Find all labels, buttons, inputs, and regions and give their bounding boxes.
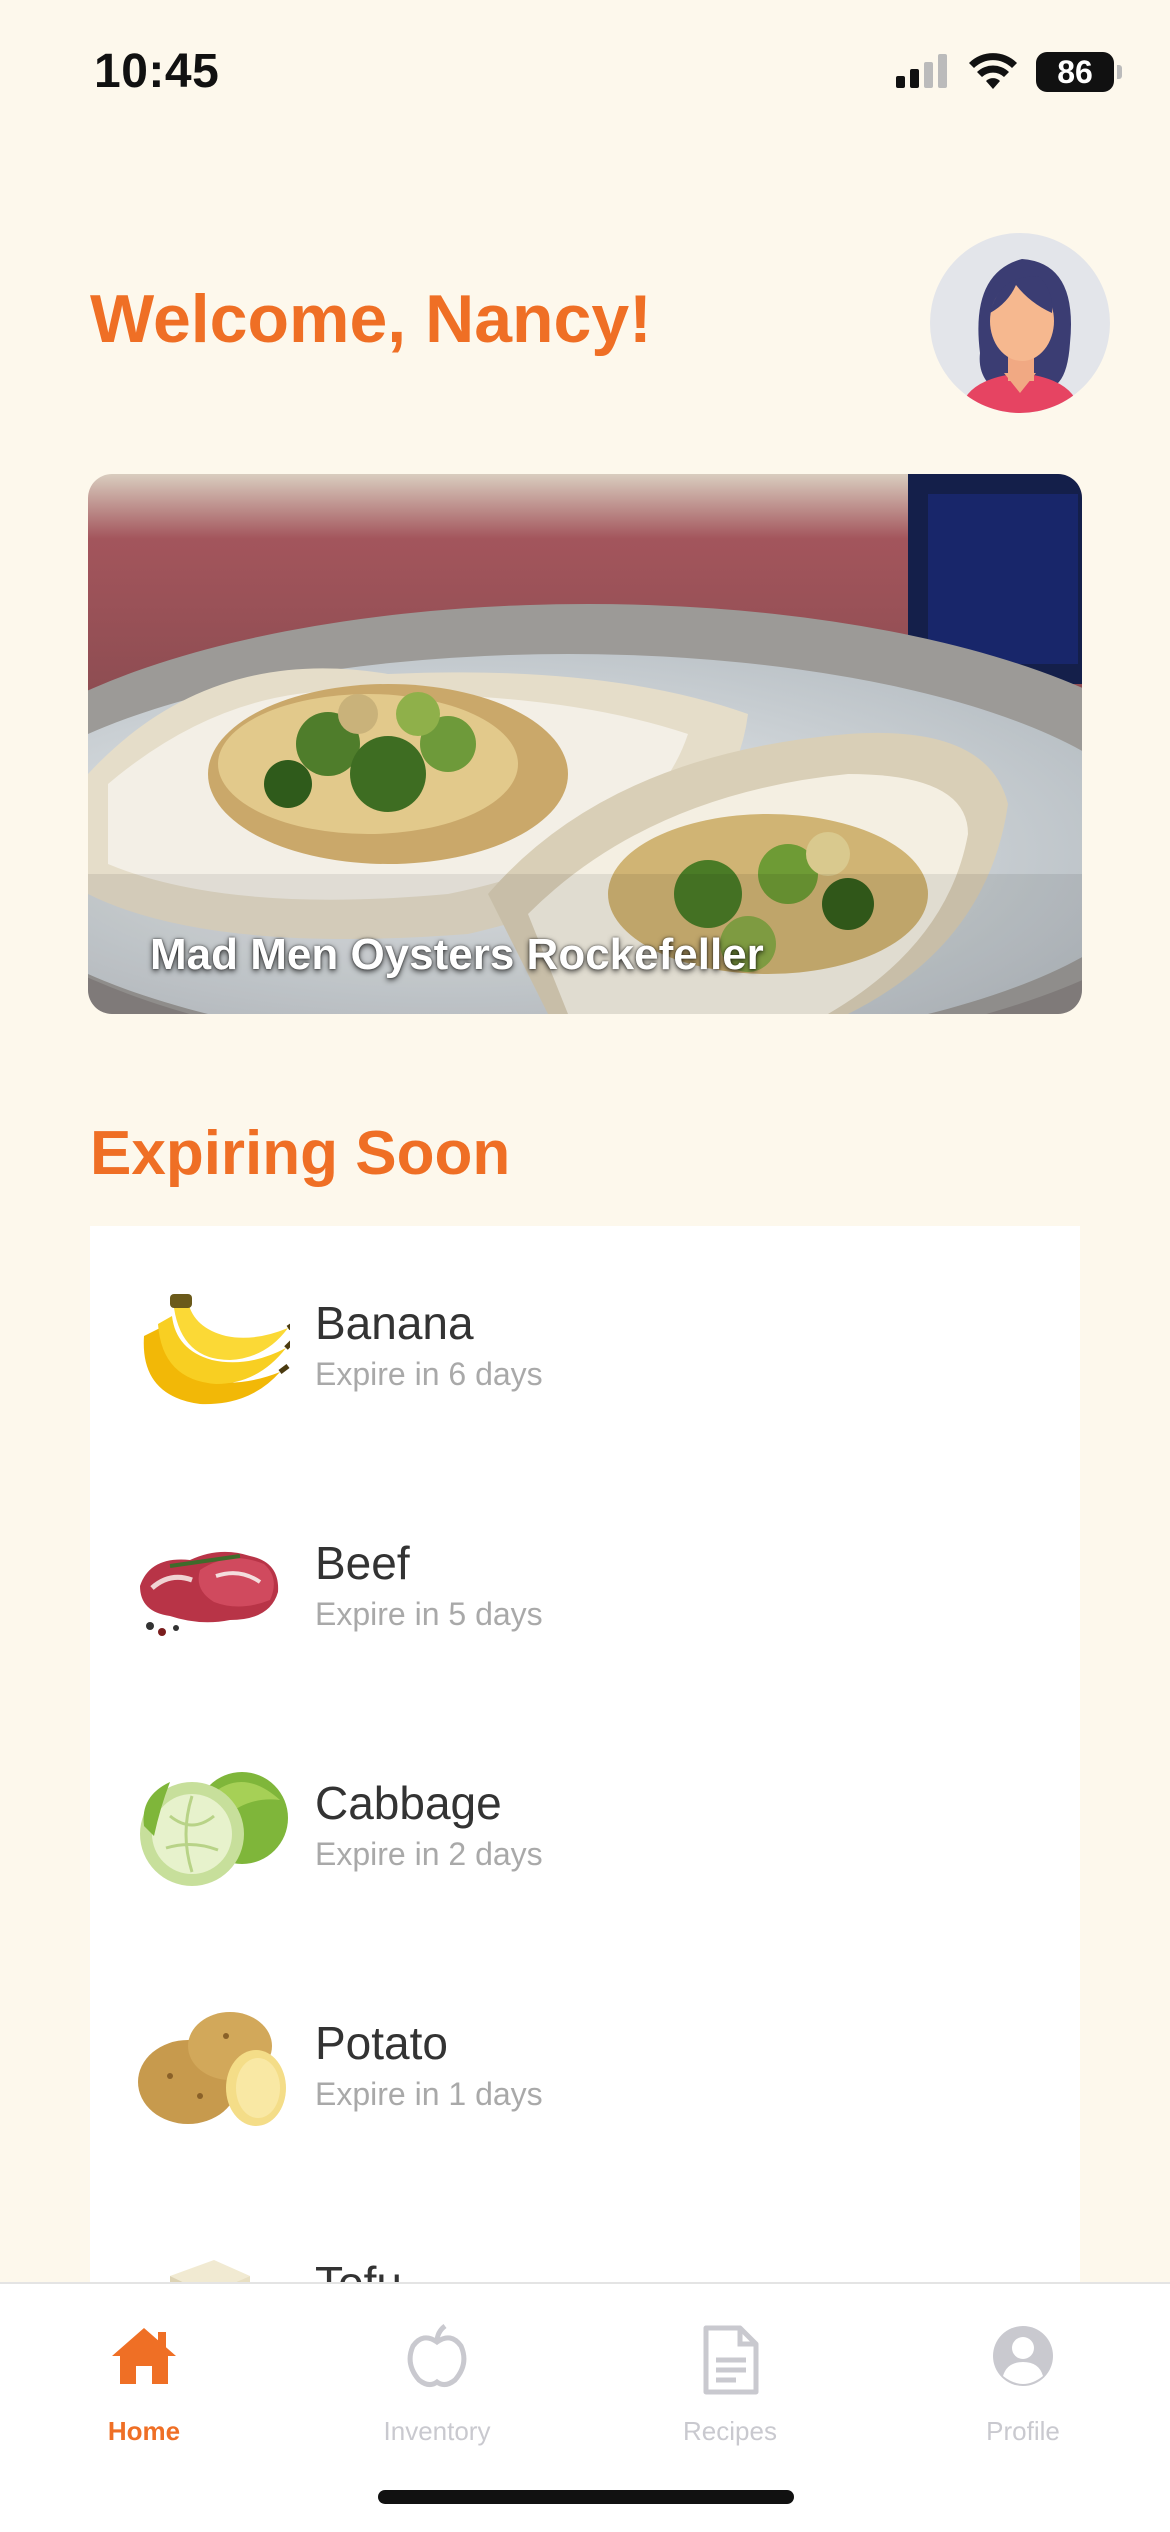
tab-label: Recipes (683, 2416, 777, 2446)
expiring-list: Banana Expire in 6 days Beef Expire in 5… (90, 1226, 1080, 2306)
list-item-potato[interactable]: Potato Expire in 1 days (90, 1946, 1080, 2186)
wifi-icon (969, 53, 1017, 89)
banana-icon (143, 1294, 290, 1405)
tab-profile[interactable]: Profile (923, 2324, 1123, 2446)
item-expiry: Expire in 2 days (315, 1836, 543, 1872)
item-name: Potato (315, 2017, 448, 2069)
tab-label: Home (107, 2416, 181, 2446)
status-time: 10:45 (94, 45, 220, 98)
item-expiry: Expire in 5 days (315, 1596, 543, 1632)
welcome-title: Welcome, Nancy! (90, 281, 652, 357)
cabbage-icon (140, 1772, 288, 1886)
potato-icon (138, 2012, 286, 2126)
signal-icon (896, 54, 947, 88)
featured-recipe-title: Mad Men Oysters Rockefeller (150, 930, 764, 979)
person-icon (993, 2326, 1053, 2386)
home-icon (112, 2328, 176, 2384)
item-name: Banana (315, 1297, 474, 1349)
featured-recipe-card[interactable]: Mad Men Oysters Rockefeller (88, 474, 1082, 1014)
apple-icon (407, 2324, 467, 2388)
list-item-beef[interactable]: Beef Expire in 5 days (90, 1466, 1080, 1706)
home-indicator (378, 2490, 794, 2504)
document-icon (703, 2325, 759, 2395)
status-bar: 10:45 86 (0, 0, 1170, 150)
beef-icon (140, 1551, 279, 1636)
tab-inventory[interactable]: Inventory (337, 2324, 537, 2446)
tab-recipes[interactable]: Recipes (630, 2324, 830, 2446)
list-item-banana[interactable]: Banana Expire in 6 days (90, 1226, 1080, 1466)
tab-label: Profile (986, 2416, 1060, 2446)
item-expiry: Expire in 1 days (315, 2076, 543, 2112)
item-expiry: Expire in 6 days (315, 1356, 543, 1392)
item-name: Cabbage (315, 1777, 502, 1829)
tab-label: Inventory (383, 2416, 491, 2446)
status-icons: 86 (896, 52, 1122, 92)
expiring-soon-title: Expiring Soon (90, 1119, 511, 1188)
battery-icon: 86 (1036, 52, 1122, 92)
tab-home[interactable]: Home (44, 2324, 244, 2446)
avatar[interactable] (930, 233, 1110, 413)
item-name: Beef (315, 1537, 410, 1589)
list-item-cabbage[interactable]: Cabbage Expire in 2 days (90, 1706, 1080, 1946)
user-avatar-icon (960, 259, 1080, 413)
